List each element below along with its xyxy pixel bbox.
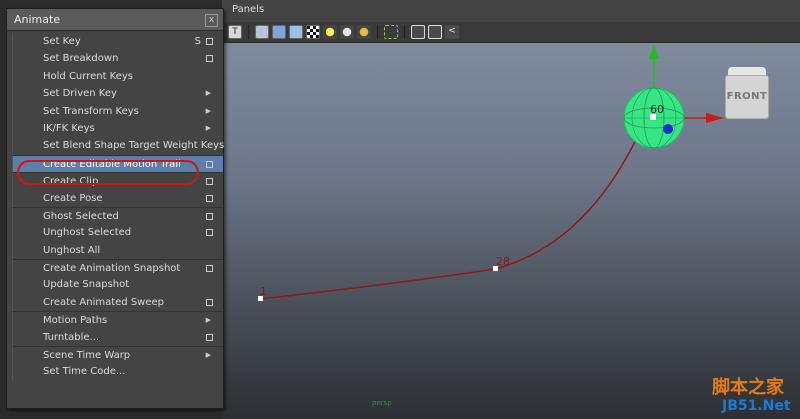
option-box-icon[interactable] — [206, 333, 213, 341]
toolbar-separator — [377, 25, 378, 39]
menu-item[interactable]: Hold Current Keys — [12, 67, 223, 86]
viewport-panel[interactable]: Panels T < 1 28 60 FRONT persp 脚本之家 JB51… — [222, 0, 800, 419]
menu-item[interactable]: Set Key S — [12, 33, 223, 51]
camera-label: persp — [372, 399, 392, 407]
menu-item-label: Create Pose — [43, 192, 103, 204]
option-box-icon[interactable] — [206, 178, 213, 186]
submenu-arrow-icon: ▶ — [205, 89, 211, 98]
option-box-icon[interactable] — [206, 265, 213, 273]
menu-item[interactable]: Set Time Code... — [12, 363, 223, 381]
z-axis-handle — [663, 124, 673, 134]
menu-item[interactable]: Scene Time Warp ▶ — [12, 346, 223, 364]
menu-title-bar[interactable]: Animate x — [7, 9, 223, 31]
menu-item-label: Set Transform Keys — [43, 105, 139, 117]
motion-trail-curve — [259, 117, 647, 300]
menu-item[interactable]: Turntable... — [12, 328, 223, 347]
option-box-icon[interactable] — [206, 38, 213, 45]
menu-item[interactable]: Unghost All — [12, 241, 223, 260]
watermark-main: 脚本之家 — [712, 377, 784, 398]
view-cube[interactable]: FRONT — [722, 65, 770, 119]
menu-item[interactable]: Create Pose — [12, 189, 223, 207]
menu-item-label: Create Animation Snapshot — [43, 263, 181, 275]
toolbar-separator — [248, 25, 249, 39]
menu-item-label: Unghost Selected — [43, 227, 132, 239]
menu-item[interactable]: Update Snapshot — [12, 276, 223, 294]
menu-item-label: Turntable... — [43, 331, 100, 343]
menu-item[interactable]: Ghost Selected — [12, 206, 223, 225]
menu-title: Animate — [14, 13, 61, 26]
isolate-icon[interactable] — [428, 25, 442, 39]
menu-item-label: Ghost Selected — [43, 210, 119, 222]
wireframe-icon[interactable] — [255, 25, 269, 39]
menu-item[interactable]: Set Breakdown — [12, 50, 223, 68]
close-icon[interactable]: x — [205, 14, 218, 27]
select-box-icon[interactable] — [384, 25, 398, 39]
textured-cube-icon[interactable] — [289, 25, 303, 39]
panels-menu[interactable]: Panels — [232, 4, 264, 15]
option-box-icon[interactable] — [206, 212, 213, 220]
option-box-icon[interactable] — [206, 55, 213, 63]
toolbar-separator — [404, 25, 405, 39]
menu-item-label: Hold Current Keys — [43, 70, 134, 82]
3d-scene[interactable]: 1 28 60 FRONT persp 脚本之家 JB51.Net — [222, 43, 800, 419]
menu-item-label: Set Blend Shape Target Weight Keys — [43, 140, 225, 152]
scene-graphics — [258, 45, 724, 301]
submenu-arrow-icon: ▶ — [205, 316, 211, 325]
submenu-arrow-icon: ▶ — [205, 106, 211, 115]
submenu-arrow-icon: ▶ — [205, 123, 211, 132]
menu-item[interactable]: Create Animated Sweep — [12, 293, 223, 312]
menu-item[interactable]: Create Clip — [12, 172, 223, 190]
light-grey-icon[interactable] — [340, 25, 354, 39]
frame-label-end: 60 — [650, 103, 664, 116]
y-axis-arrow — [649, 45, 659, 59]
watermark-sub: JB51.Net — [722, 398, 791, 414]
view-cube-front[interactable]: FRONT — [725, 75, 769, 119]
menu-item[interactable]: Create Animation Snapshot — [12, 259, 223, 277]
option-box-icon[interactable] — [206, 298, 213, 306]
menu-item-label: Create Animated Sweep — [43, 296, 165, 308]
viewport-menubar: Panels — [222, 0, 800, 22]
menu-item[interactable]: Set Transform Keys ▶ — [12, 102, 223, 120]
menu-item-label: Motion Paths — [43, 315, 108, 327]
menu-item-label: Set Breakdown — [43, 53, 119, 65]
menu-item[interactable]: Set Blend Shape Target Weight Keys — [12, 137, 225, 155]
option-box-icon[interactable] — [206, 194, 213, 202]
frame-label-start: 1 — [260, 285, 267, 298]
menu-item-label: Set Key — [43, 36, 81, 47]
menu-items: Set Key S Set Breakdown Hold Current Keys Se… — [7, 31, 225, 381]
menu-item-label: Create Clip — [43, 176, 99, 188]
menu-item-label: Scene Time Warp — [43, 350, 131, 362]
menu-item-label: Set Driven Key — [43, 88, 117, 100]
animate-menu: Animate x Set Key S Set Breakdown Hold Curr… — [6, 8, 224, 409]
menu-item[interactable]: Motion Paths ▶ — [12, 311, 223, 329]
menu-item[interactable]: Create Editable Motion Trail — [12, 154, 223, 173]
menu-item[interactable]: Set Driven Key ▶ — [12, 85, 223, 103]
share-icon[interactable]: < — [445, 25, 459, 39]
cube-outline-icon[interactable] — [411, 25, 425, 39]
menu-item[interactable]: Unghost Selected — [12, 224, 223, 242]
menu-item[interactable]: IK/FK Keys ▶ — [12, 119, 223, 138]
light-gold-icon[interactable] — [357, 25, 371, 39]
menu-item-label: IK/FK Keys — [43, 122, 95, 134]
option-box-icon[interactable] — [206, 229, 213, 237]
menu-item-label: Update Snapshot — [43, 279, 130, 291]
menu-item-label: Create Editable Motion Trail — [43, 158, 181, 170]
menu-item-hotkey: S — [194, 36, 201, 47]
menu-item-label: Unghost All — [43, 244, 101, 256]
shaded-cube-icon[interactable] — [272, 25, 286, 39]
option-box-icon[interactable] — [206, 160, 213, 168]
light-yellow-icon[interactable] — [323, 25, 337, 39]
frame-label-mid: 28 — [496, 255, 510, 268]
checker-icon[interactable] — [306, 25, 320, 39]
viewport-toolbar: T < — [222, 22, 800, 43]
menu-item-label: Set Time Code... — [43, 366, 126, 378]
text-icon[interactable]: T — [228, 25, 242, 39]
submenu-arrow-icon: ▶ — [205, 351, 211, 360]
